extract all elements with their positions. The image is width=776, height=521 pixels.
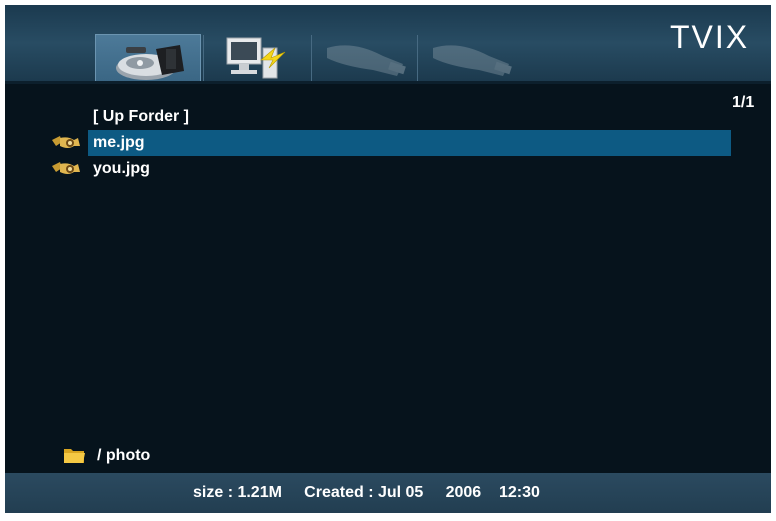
file-size: size : 1.21M: [193, 484, 282, 501]
brand-logo: TVIX: [670, 19, 750, 55]
hard-drive-icon: [116, 45, 184, 80]
tab-usb-2[interactable]: [419, 34, 523, 81]
header-bar: TVIX: [5, 5, 771, 82]
list-item-label: you.jpg: [93, 160, 150, 177]
file-created-date: Created : Jul 05: [304, 484, 424, 501]
header-divider: [5, 81, 771, 84]
status-bar: size : 1.21M Created : Jul 05 2006 12:30: [5, 473, 771, 513]
tab-hdd[interactable]: [95, 34, 201, 82]
path-text: / photo: [97, 447, 151, 464]
file-list: [ Up Forder ] me.jpg you.jpg: [5, 104, 771, 182]
tab-divider: [203, 35, 204, 81]
list-item-up-folder[interactable]: [ Up Forder ]: [5, 104, 771, 130]
selection-highlight: [88, 130, 731, 156]
current-path: / photo: [63, 445, 150, 470]
file-created-time: 12:30: [498, 484, 540, 501]
tab-divider: [417, 35, 418, 81]
list-item-label: [ Up Forder ]: [93, 108, 189, 125]
list-item-you-jpg[interactable]: you.jpg: [5, 156, 771, 182]
photo-file-icon: [52, 162, 80, 174]
media-browser-screen: TVIX 1/1 [ Up Forder ] me.jpg you.jpg / …: [5, 5, 771, 513]
tab-divider: [311, 35, 312, 81]
file-created-year: 2006: [445, 484, 482, 501]
list-item-label: me.jpg: [93, 134, 145, 151]
usb-device-icon: [327, 45, 406, 76]
file-info: size : 1.21M Created : Jul 05 2006 12:30: [193, 484, 540, 502]
tab-usb-1[interactable]: [313, 34, 417, 81]
photo-file-icon: [52, 136, 80, 148]
usb-device-icon: [433, 45, 512, 76]
network-pc-icon: [226, 37, 286, 79]
list-item-me-jpg[interactable]: me.jpg: [5, 130, 771, 156]
folder-icon: [64, 449, 85, 463]
tab-network[interactable]: [205, 34, 309, 81]
